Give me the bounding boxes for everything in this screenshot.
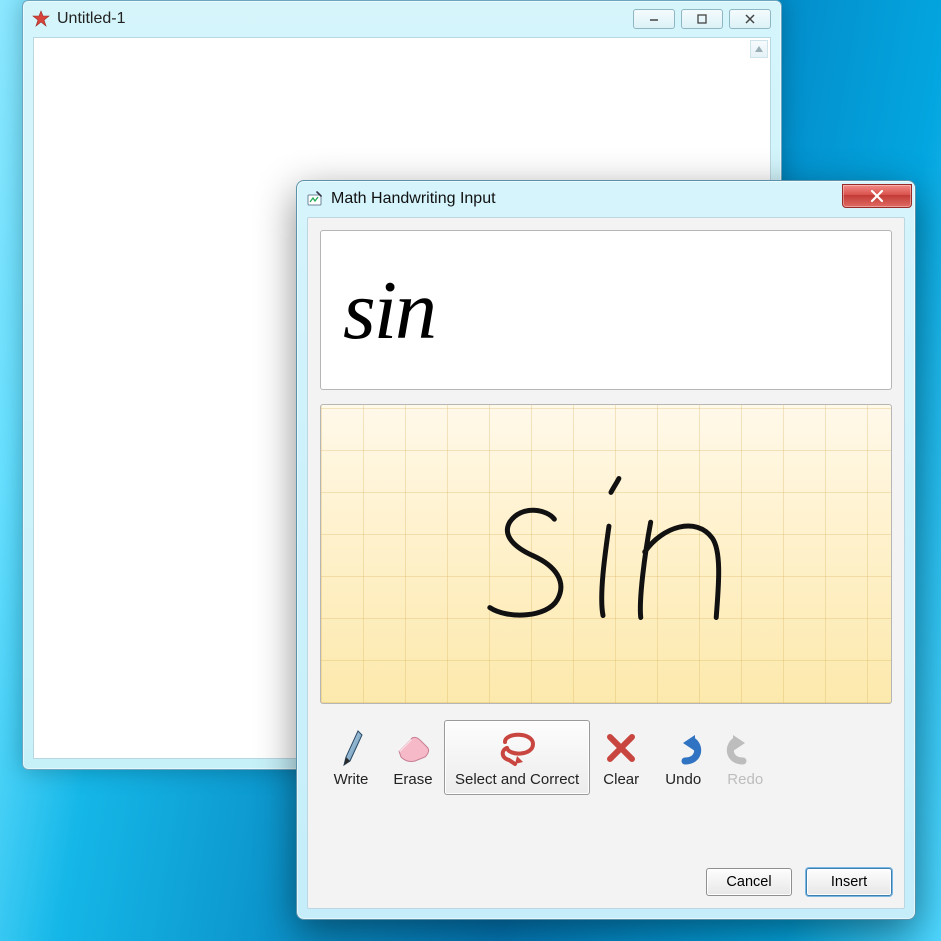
redo-icon <box>725 727 765 769</box>
desktop-background: Untitled-1 <box>0 0 941 941</box>
mathematica-icon <box>31 9 51 29</box>
minimize-button[interactable] <box>633 9 675 29</box>
math-input-body: sin <box>307 217 905 909</box>
math-input-title: Math Handwriting Input <box>331 190 496 208</box>
undo-tool-button[interactable]: Undo <box>652 720 714 795</box>
pen-icon <box>336 727 366 769</box>
cancel-label: Cancel <box>726 874 771 890</box>
maximize-button[interactable] <box>681 9 723 29</box>
close-button[interactable] <box>729 9 771 29</box>
redo-label: Redo <box>727 771 763 788</box>
math-input-titlebar[interactable]: Math Handwriting Input <box>297 181 915 217</box>
clear-x-icon <box>604 727 638 769</box>
lasso-icon <box>493 727 541 769</box>
dialog-footer: Cancel Insert <box>320 854 892 896</box>
erase-label: Erase <box>393 771 432 788</box>
cancel-button[interactable]: Cancel <box>706 868 792 896</box>
write-tool-button[interactable]: Write <box>320 720 382 795</box>
notebook-titlebar[interactable]: Untitled-1 <box>23 1 781 37</box>
ink-panel-icon <box>305 189 325 209</box>
select-correct-label: Select and Correct <box>455 771 579 788</box>
clear-label: Clear <box>603 771 639 788</box>
close-button[interactable] <box>842 184 912 208</box>
write-label: Write <box>334 771 369 788</box>
erase-tool-button[interactable]: Erase <box>382 720 444 795</box>
insert-label: Insert <box>831 874 867 890</box>
notebook-title: Untitled-1 <box>57 10 125 28</box>
select-correct-tool-button[interactable]: Select and Correct <box>444 720 590 795</box>
undo-label: Undo <box>665 771 701 788</box>
math-input-window: Math Handwriting Input sin <box>296 180 916 920</box>
undo-icon <box>663 727 703 769</box>
clear-tool-button[interactable]: Clear <box>590 720 652 795</box>
insert-button[interactable]: Insert <box>806 868 892 896</box>
eraser-icon <box>393 727 433 769</box>
recognized-text: sin <box>343 262 435 359</box>
recognized-output: sin <box>320 230 892 390</box>
redo-tool-button[interactable]: Redo <box>714 720 776 795</box>
handwriting-canvas[interactable] <box>320 404 892 704</box>
tool-toolbar: Write Erase <box>320 720 892 795</box>
scroll-up-button[interactable] <box>750 40 768 58</box>
